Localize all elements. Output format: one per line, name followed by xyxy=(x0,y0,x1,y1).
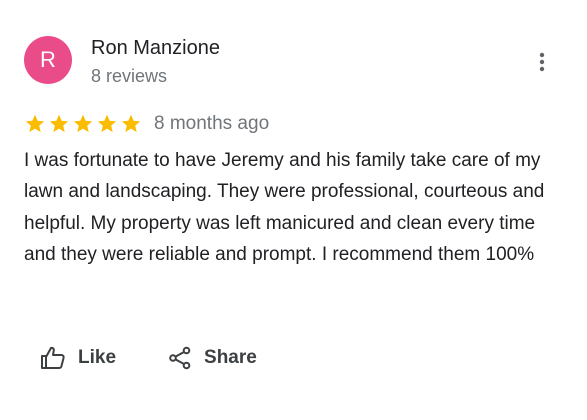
share-label: Share xyxy=(204,347,257,368)
review-actions: Like Share xyxy=(40,340,257,376)
review-time: 8 months ago xyxy=(154,113,270,134)
review-card: R Ron Manzione 8 reviews 8 months ago I … xyxy=(0,0,587,420)
share-button[interactable]: Share xyxy=(168,340,257,376)
star-icon xyxy=(73,114,93,133)
reviewer-review-count: 8 reviews xyxy=(91,66,168,86)
avatar-initial: R xyxy=(40,47,56,72)
star-icon xyxy=(25,114,45,133)
review-text: I was fortunate to have Jeremy and his f… xyxy=(24,150,545,266)
star-icon xyxy=(121,114,141,133)
star-icon xyxy=(97,114,117,133)
star-rating xyxy=(24,113,142,135)
rating-row: 8 months ago xyxy=(24,110,269,138)
star-icon xyxy=(49,114,69,133)
more-vert-icon xyxy=(539,52,545,72)
like-label: Like xyxy=(78,347,117,368)
avatar[interactable]: R xyxy=(24,36,72,84)
reviewer-name[interactable]: Ron Manzione xyxy=(91,37,220,60)
more-options-button[interactable] xyxy=(528,48,556,76)
like-button[interactable]: Like xyxy=(40,340,116,376)
share-icon xyxy=(168,346,192,370)
thumb-up-icon xyxy=(40,346,66,370)
